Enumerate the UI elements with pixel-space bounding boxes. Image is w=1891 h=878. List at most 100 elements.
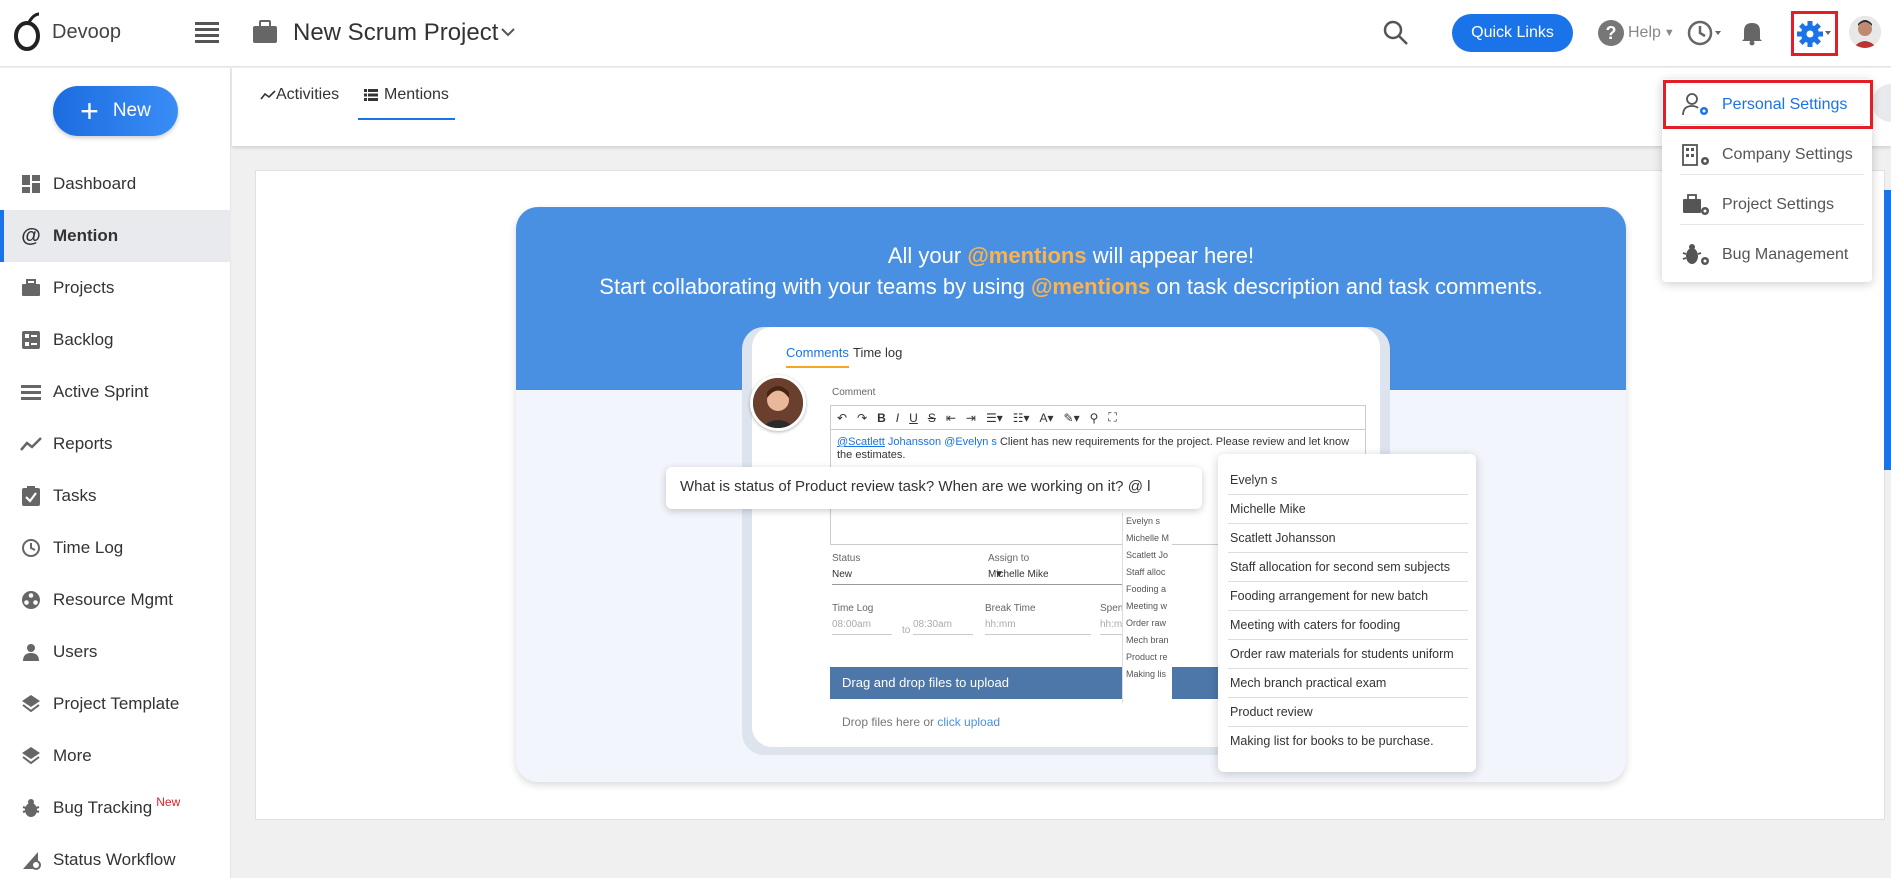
sidebar-item-projects[interactable]: Projects: [0, 262, 231, 314]
building-gear-icon: [1680, 142, 1714, 168]
sidebar-nav: Dashboard @ Mention Projects Backlog Act…: [0, 158, 231, 878]
list-item: Scatlett Johansson: [1228, 524, 1468, 553]
mock-comment-label: Comment: [832, 387, 876, 398]
sidebar-item-users[interactable]: Users: [0, 626, 231, 678]
sidebar-item-label: Status Workflow: [53, 850, 176, 869]
sidebar-item-label: Bug Tracking: [53, 798, 153, 817]
sidebar-item-label: Active Sprint: [53, 382, 149, 401]
clock-icon[interactable]: [1687, 19, 1723, 47]
app-logo[interactable]: Devoop: [12, 12, 121, 52]
sidebar-item-reports[interactable]: Reports: [0, 418, 231, 470]
bug-gear-icon: [1680, 242, 1714, 268]
menu-toggle-icon[interactable]: [195, 22, 219, 43]
quick-links-button[interactable]: Quick Links: [1452, 14, 1573, 52]
new-button-label: New: [112, 100, 151, 121]
menu-item-bug-management[interactable]: Bug Management: [1680, 235, 1864, 275]
app-name: Devoop: [52, 20, 121, 43]
tab-activities[interactable]: Activities: [260, 86, 339, 104]
menu-item-label: Company Settings: [1722, 145, 1853, 163]
tab-mentions[interactable]: Mentions: [358, 86, 455, 120]
sidebar-item-resource-mgmt[interactable]: Resource Mgmt: [0, 574, 231, 626]
outdent-icon: ⇤: [945, 410, 956, 425]
mock-behind-list: Evelyn s Michelle M Scatlett Jo Staff alloc…: [1122, 513, 1172, 703]
list-item: Fooding arrangement for new batch: [1228, 582, 1468, 611]
project-title[interactable]: New Scrum Project: [293, 19, 498, 47]
user-avatar[interactable]: [1849, 16, 1881, 48]
layers-icon: [20, 693, 42, 715]
italic-icon: I: [895, 410, 900, 425]
redo-icon: ↷: [857, 410, 868, 425]
mock-tab-comments: Comments: [786, 345, 849, 368]
sidebar-item-dashboard[interactable]: Dashboard: [0, 158, 231, 210]
trend-icon: [20, 433, 42, 455]
layers-icon: [20, 745, 42, 767]
sidebar-item-more[interactable]: More: [0, 730, 231, 782]
new-button[interactable]: + New: [53, 86, 178, 136]
help-label: Help: [1628, 24, 1661, 41]
sidebar-item-label: More: [53, 746, 92, 765]
list-item: Making list for books to be purchase.: [1230, 734, 1434, 748]
mentions-illustration: All your @mentions will appear here! Sta…: [516, 207, 1626, 782]
indent-icon: ⇥: [965, 410, 976, 425]
avatar-image: [1849, 16, 1881, 48]
highlight-icon: ✎▾: [1063, 410, 1080, 425]
mock-status-field: New ▼: [832, 569, 1004, 585]
bell-icon[interactable]: [1740, 20, 1764, 46]
content-tabs: Activities Mentions: [232, 68, 1891, 146]
sidebar-item-status-workflow[interactable]: Status Workflow: [0, 834, 231, 878]
list-item: Evelyn s: [1228, 466, 1468, 495]
mock-editor-toolbar: ↶ ↷ BIUS ⇤ ⇥ ☰▾ ☷▾ A▾ ✎▾ ⚲ ⛶: [831, 406, 1365, 430]
fullscreen-icon: ⛶: [1108, 410, 1117, 424]
mock-assign-field: Michelle Mike: [988, 569, 1128, 585]
sidebar-item-tasks[interactable]: Tasks: [0, 470, 231, 522]
sidebar-item-mention[interactable]: @ Mention: [0, 210, 231, 262]
list-item: Michelle Mike: [1228, 495, 1468, 524]
mock-assign-label: Assign to: [988, 553, 1030, 564]
sidebar-item-bug-tracking[interactable]: Bug Tracking New: [0, 782, 231, 834]
list-item: Meeting with caters for fooding: [1228, 611, 1468, 640]
tab-label: Mentions: [384, 86, 449, 103]
tab-label: Activities: [276, 86, 340, 103]
activity-icon: [260, 90, 276, 100]
list-item: Mech branch practical exam: [1228, 669, 1468, 698]
dashboard-icon: [20, 173, 42, 195]
settings-button[interactable]: [1791, 11, 1838, 56]
font-color-icon: A▾: [1039, 410, 1054, 425]
workflow-icon: [20, 849, 42, 871]
banner-line-2: Start collaborating with your teams by u…: [599, 274, 1543, 299]
mock-time-from: 08:00am: [832, 619, 892, 635]
mock-status-label: Status: [832, 553, 861, 564]
help-icon: ?: [1598, 20, 1624, 46]
menu-item-company-settings[interactable]: Company Settings: [1680, 135, 1864, 175]
sidebar-item-time-log[interactable]: Time Log: [0, 522, 231, 574]
undo-icon: ↶: [837, 410, 848, 425]
backlog-icon: [20, 329, 42, 351]
menu-item-project-settings[interactable]: Project Settings: [1680, 185, 1864, 225]
underline-icon: U: [909, 410, 918, 425]
ordered-list-icon: ☰▾: [985, 410, 1003, 425]
top-bar: Devoop New Scrum Project Quick Links ? H…: [0, 0, 1891, 67]
sidebar-item-label: Reports: [53, 434, 113, 453]
right-edge-strip: [1884, 190, 1891, 470]
mention-input-bubble: What is status of Product review task? W…: [666, 467, 1202, 509]
user-icon: [20, 641, 42, 663]
help-menu[interactable]: ? Help ▼: [1598, 20, 1675, 46]
mock-timelog-label: Time Log: [832, 603, 874, 614]
sidebar-item-project-template[interactable]: Project Template: [0, 678, 231, 730]
bug-icon: [20, 797, 42, 819]
briefcase-icon: [253, 20, 277, 43]
list-item: Product review: [1228, 698, 1468, 727]
stamp-icon: ⚲: [1089, 410, 1099, 425]
sidebar-item-label: Backlog: [53, 330, 114, 349]
search-icon[interactable]: [1383, 20, 1409, 46]
chevron-down-icon[interactable]: [500, 26, 516, 38]
sidebar-item-active-sprint[interactable]: Active Sprint: [0, 366, 231, 418]
mock-tab-timelog: Time log: [853, 345, 903, 360]
sidebar-item-label: Dashboard: [53, 174, 137, 193]
sidebar-item-label: Mention: [53, 226, 119, 245]
at-icon: @: [21, 224, 41, 247]
plus-icon: +: [80, 93, 99, 129]
commenter-avatar: [750, 375, 806, 431]
sidebar-item-backlog[interactable]: Backlog: [0, 314, 231, 366]
bullet-list-icon: ☷▾: [1012, 410, 1030, 425]
